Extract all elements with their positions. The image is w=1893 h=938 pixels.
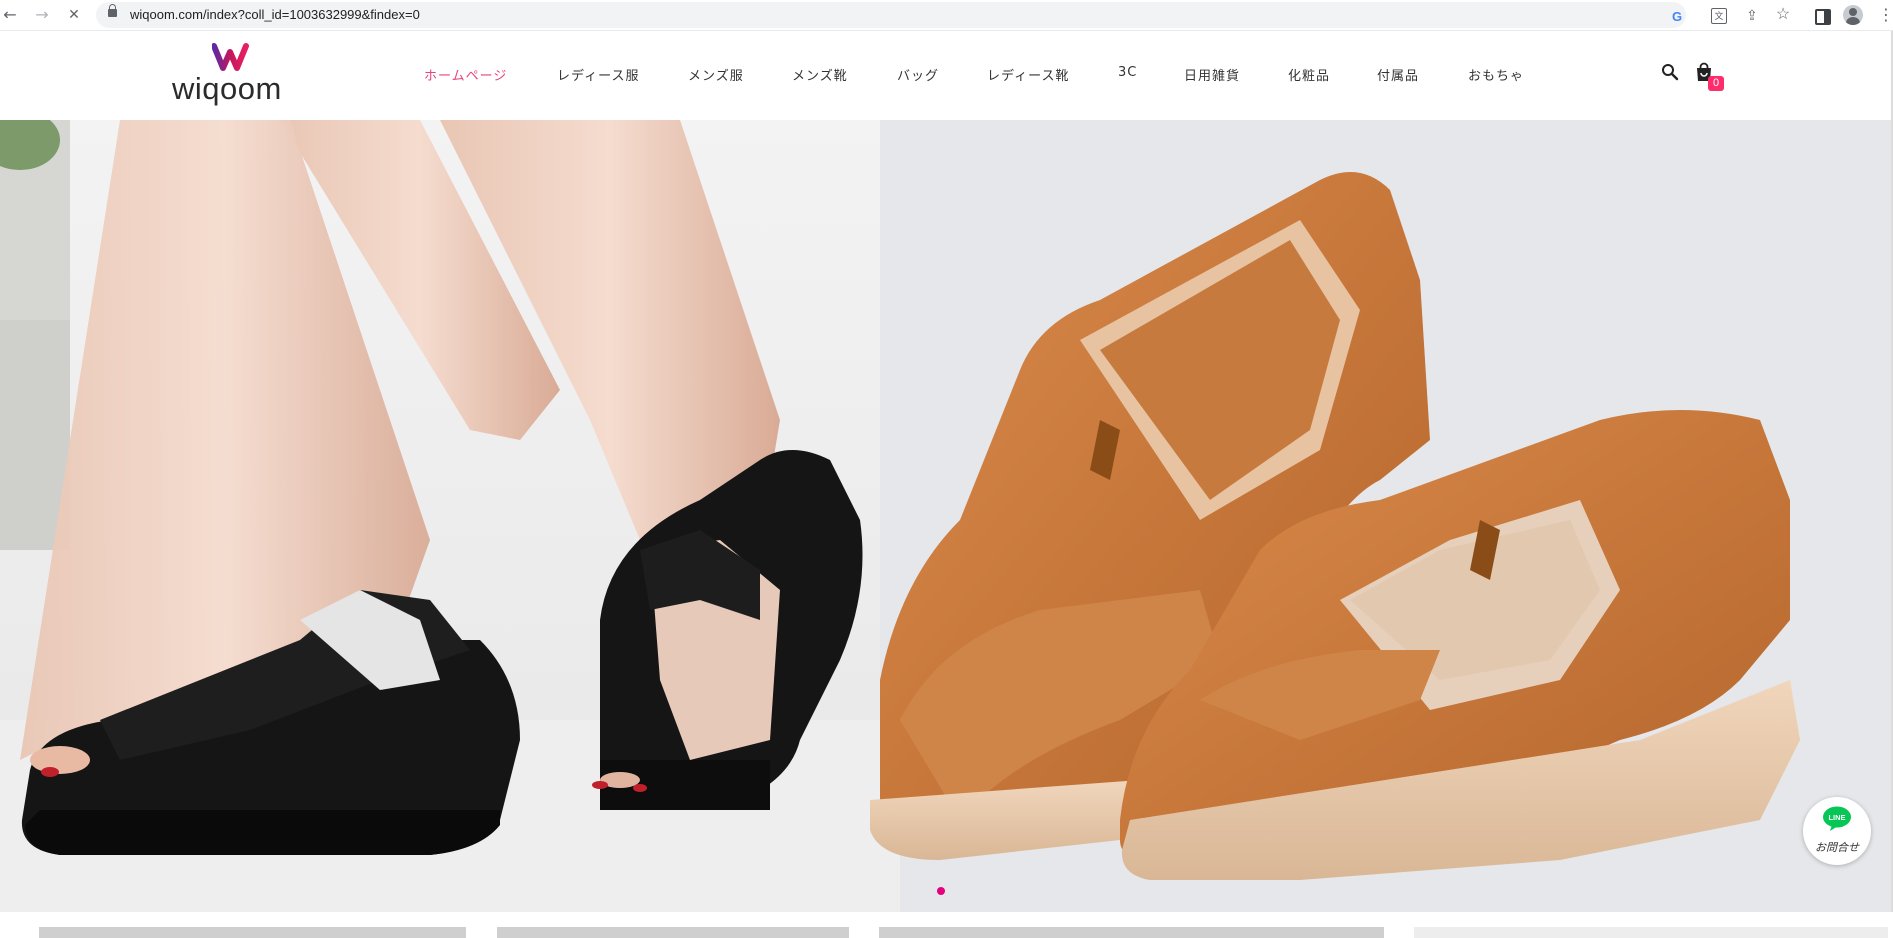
profile-avatar[interactable]	[1843, 5, 1863, 25]
nav-item-daily-goods[interactable]: 日用雑貨	[1184, 65, 1240, 84]
nav-item-toys[interactable]: おもちゃ	[1468, 65, 1524, 84]
bookmark-star-icon[interactable]: ☆	[1772, 4, 1794, 26]
nav-item-womens-clothing[interactable]: レディース服	[557, 65, 639, 84]
translate-icon[interactable]: 文	[1711, 8, 1727, 24]
back-icon[interactable]: ←	[0, 5, 20, 25]
nav-item-3c[interactable]: 3C	[1118, 65, 1137, 80]
site-header: wiqoom ホームページ レディース服 メンズ服 メンズ靴 バッグ レディース…	[0, 31, 1893, 120]
hero-banner[interactable]	[0, 120, 1893, 912]
nav-item-womens-shoes[interactable]: レディース靴	[987, 65, 1069, 84]
browser-toolbar: ← → ✕ wiqoom.com/index?coll_id=100363299…	[0, 0, 1893, 31]
category-thumbnail[interactable]	[39, 927, 466, 938]
search-icon[interactable]	[1661, 63, 1679, 81]
stop-loading-icon[interactable]: ✕	[64, 5, 84, 25]
side-panel-icon[interactable]	[1815, 9, 1831, 25]
nav-item-home[interactable]: ホームページ	[424, 65, 507, 84]
site-logo[interactable]: wiqoom	[172, 43, 297, 106]
line-icon-text: LINE	[1828, 813, 1845, 822]
contact-label: お問合せ	[1815, 841, 1859, 854]
browser-menu-icon[interactable]: ⋮	[1878, 5, 1893, 24]
line-contact-widget[interactable]: LINE お問合せ	[1803, 797, 1871, 865]
nav-item-bags[interactable]: バッグ	[897, 65, 939, 84]
category-thumbnail[interactable]	[1414, 927, 1888, 938]
address-bar[interactable]: wiqoom.com/index?coll_id=1003632999&find…	[96, 2, 1686, 28]
line-chat-icon: LINE	[1823, 806, 1851, 831]
nav-item-mens-clothing[interactable]: メンズ服	[688, 65, 744, 84]
logo-w-mark	[212, 43, 249, 71]
carousel-indicator-dot[interactable]	[937, 887, 945, 895]
logo-text: wiqoom	[172, 71, 282, 106]
url-text[interactable]: wiqoom.com/index?coll_id=1003632999&find…	[130, 7, 420, 22]
category-thumbnail[interactable]	[497, 927, 849, 938]
share-icon[interactable]: ⇪	[1741, 4, 1763, 26]
lock-icon[interactable]	[108, 4, 117, 17]
category-thumbnail[interactable]	[879, 927, 1384, 938]
hero-sandals-image	[0, 120, 1893, 912]
cart-count-badge: 0	[1708, 76, 1724, 91]
forward-icon[interactable]: →	[32, 5, 52, 25]
nav-item-accessories[interactable]: 付属品	[1377, 65, 1419, 84]
nav-item-mens-shoes[interactable]: メンズ靴	[792, 65, 848, 84]
google-icon[interactable]: G	[1666, 6, 1688, 28]
nav-item-cosmetics[interactable]: 化粧品	[1288, 65, 1330, 84]
